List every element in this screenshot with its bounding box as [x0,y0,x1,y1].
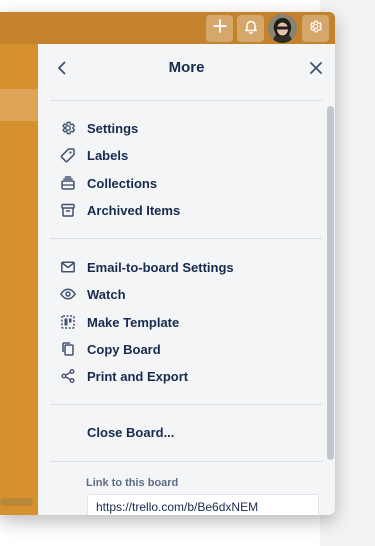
panel-title: More [168,59,205,76]
divider [50,100,323,101]
menu-item-label: Print and Export [87,368,189,384]
gear-icon [308,19,323,39]
menu-item-watch[interactable]: Watch [48,281,318,307]
notifications-button[interactable] [237,15,264,42]
trello-window: More Settings Labels Collections Archive… [0,12,335,515]
avatar[interactable] [268,14,297,43]
menu-item-label: Email-to-board Settings [87,259,234,275]
panel-scrollbar[interactable] [327,106,335,515]
copy-icon [58,339,78,359]
board-link-input[interactable] [87,494,319,515]
eye-icon [58,284,78,304]
close-board-link[interactable]: Close Board... [87,425,174,440]
link-label: Link to this board [86,477,179,489]
archive-icon [58,200,78,220]
chevron-left-icon [56,61,68,80]
menu-item-label: Copy Board [87,341,161,357]
board-horizontal-scrollbar[interactable] [0,498,33,506]
plus-icon [212,19,227,38]
envelope-icon [58,257,78,277]
menu-item-label: Make Template [87,314,180,330]
menu-item-label: Watch [87,286,126,302]
panel-scrollbar-thumb[interactable] [327,106,334,460]
menu-item-settings[interactable]: Settings [48,115,318,141]
gear-icon [58,118,78,138]
bell-icon [244,19,258,39]
template-icon [58,312,78,332]
more-menu-panel: More Settings Labels Collections Archive… [38,44,335,515]
share-icon [58,366,78,386]
collections-icon [58,173,78,193]
close-panel-button[interactable] [304,58,328,82]
back-button[interactable] [50,58,74,82]
settings-button[interactable] [302,15,329,42]
menu-item-label: Labels [87,147,129,163]
menu-item-labels[interactable]: Labels [48,142,318,168]
menu-item-label: Archived Items [87,202,181,218]
menu-item-print-and-export[interactable]: Print and Export [48,363,318,389]
panel-header: More [38,44,335,100]
board-header-bar [0,12,335,44]
menu-item-collections[interactable]: Collections [48,170,318,196]
divider [50,238,323,239]
menu-item-email-to-board-settings[interactable]: Email-to-board Settings [48,254,318,280]
divider [50,404,323,405]
tag-icon [58,145,78,165]
menu-item-make-template[interactable]: Make Template [48,309,318,335]
menu-item-label: Collections [87,175,158,191]
close-icon [309,61,323,80]
menu-item-archived-items[interactable]: Archived Items [48,197,318,223]
divider [50,461,323,462]
create-button[interactable] [206,15,233,42]
menu-item-label: Settings [87,120,139,136]
menu-item-copy-board[interactable]: Copy Board [48,336,318,362]
board-list-partial [0,89,38,121]
